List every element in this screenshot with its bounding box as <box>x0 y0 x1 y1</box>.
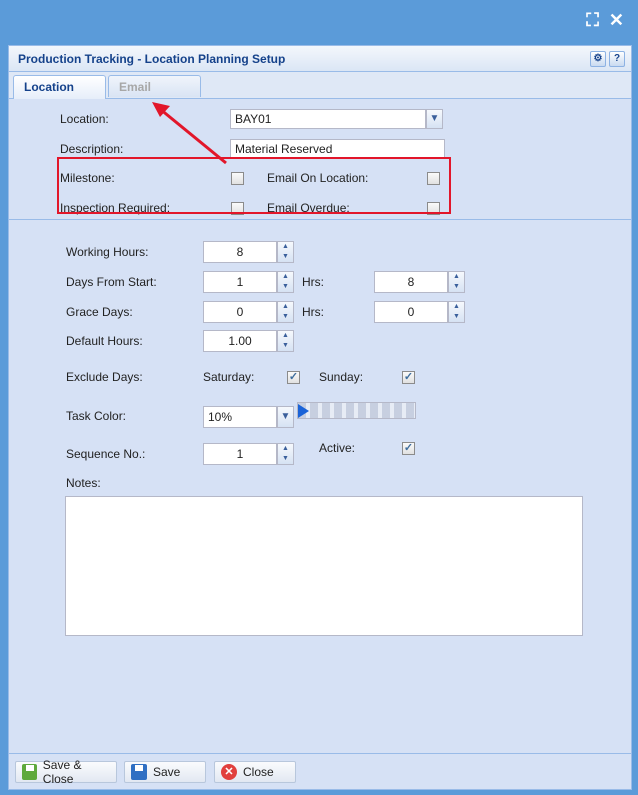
annotation-arrow <box>152 102 227 165</box>
arrow-line <box>159 107 227 165</box>
